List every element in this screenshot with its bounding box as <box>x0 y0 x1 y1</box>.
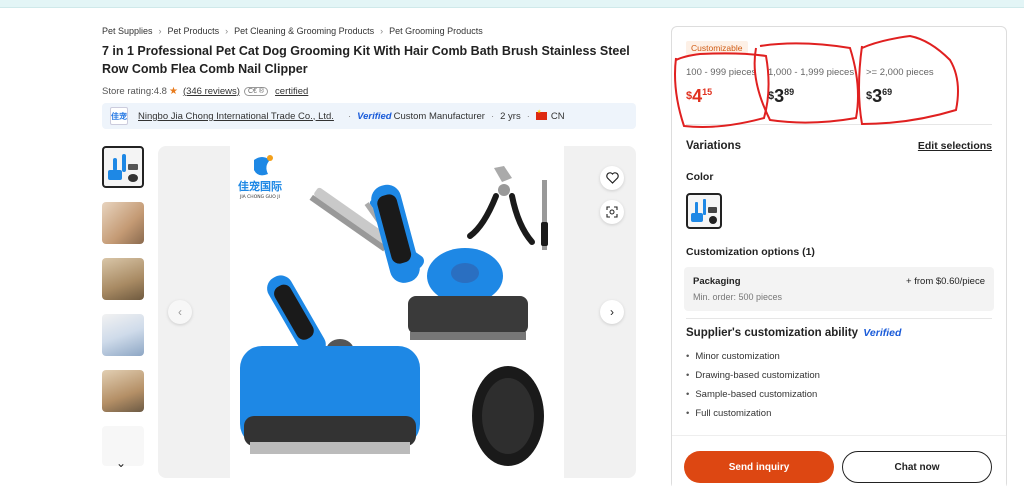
list-item: Full customization <box>686 408 820 427</box>
thumbnail-image[interactable] <box>102 146 144 188</box>
list-item: Sample-based customization <box>686 389 820 408</box>
list-item: Minor customization <box>686 351 820 370</box>
purchase-panel: Customizable 100 - 999 pieces $415 1,000… <box>671 26 1007 491</box>
customization-options-title: Customization options (1) <box>686 246 815 258</box>
product-title: 7 in 1 Professional Pet Cat Dog Grooming… <box>102 44 630 76</box>
action-bar: Send inquiry Chat now <box>672 435 1006 491</box>
send-inquiry-button[interactable]: Send inquiry <box>684 451 834 483</box>
chevron-right-icon: › <box>380 26 384 36</box>
edit-selections-link[interactable]: Edit selections <box>918 140 992 152</box>
brand-en-text: JIA CHONG GUO JI <box>239 194 280 200</box>
tier-price: $389 <box>768 86 795 106</box>
chat-now-button[interactable]: Chat now <box>842 451 992 483</box>
breadcrumb-item[interactable]: Pet Products <box>168 26 220 36</box>
certified-link[interactable]: certified <box>275 86 308 97</box>
price-tier: 100 - 999 pieces $415 <box>686 67 756 107</box>
supplier-country: CN <box>550 110 565 122</box>
image-search-icon[interactable] <box>600 200 624 224</box>
packaging-option[interactable]: Packaging + from $0.60/piece Min. order:… <box>684 267 994 311</box>
reviews-link[interactable]: (346 reviews) <box>183 86 240 97</box>
next-image-button[interactable]: › <box>600 300 624 324</box>
separator-dot: · <box>490 110 495 122</box>
customization-ability-title: Supplier's customization ability Verifie… <box>686 327 902 339</box>
tier-quantity: 100 - 999 pieces <box>686 67 757 78</box>
product-header: Pet Supplies › Pet Products › Pet Cleani… <box>102 22 636 129</box>
verified-badge: Verified <box>357 110 392 122</box>
supplier-logo[interactable]: 佳宠 <box>110 107 128 125</box>
list-item: Drawing-based customization <box>686 370 820 389</box>
customizable-badge: Customizable <box>686 41 748 55</box>
certification-icon: C€ ® <box>243 86 269 96</box>
divider <box>686 318 992 319</box>
china-flag-icon <box>535 109 547 120</box>
price-tier: >= 2,000 pieces $369 <box>866 67 934 107</box>
customization-ability-list: Minor customization Drawing-based custom… <box>686 351 820 427</box>
grooming-kit-illustration: 佳宠国际 JIA CHONG GUO JI <box>238 155 548 466</box>
thumbnail-image[interactable] <box>102 202 144 244</box>
color-label: Color <box>686 171 714 183</box>
packaging-min-order: Min. order: 500 pieces <box>693 292 783 302</box>
star-icon: ★ <box>168 85 178 97</box>
rating-label: Store rating: <box>102 85 154 97</box>
tier-price: $415 <box>686 86 713 106</box>
verified-badge: Verified <box>863 327 902 339</box>
thumbnail-strip <box>102 146 146 480</box>
tier-quantity: 1,000 - 1,999 pieces <box>768 67 855 78</box>
thumbnail-image[interactable] <box>102 370 144 412</box>
thumbnail-image[interactable] <box>102 258 144 300</box>
main-product-image: 佳宠国际 JIA CHONG GUO JI ‹ › <box>158 146 636 478</box>
variations-title: Variations <box>686 140 741 152</box>
previous-image-button[interactable]: ‹ <box>168 300 192 324</box>
supplier-years: 2 yrs <box>500 110 521 122</box>
separator-dot: · <box>526 110 530 122</box>
brand-cn-text: 佳宠国际 <box>238 179 282 193</box>
tier-quantity: >= 2,000 pieces <box>866 67 934 78</box>
divider <box>686 124 992 125</box>
separator-dot: · <box>347 110 352 122</box>
breadcrumb-item[interactable]: Pet Grooming Products <box>389 26 483 36</box>
product-photo: 佳宠国际 JIA CHONG GUO JI <box>230 146 564 478</box>
price-tier: 1,000 - 1,999 pieces $389 <box>768 67 854 107</box>
supplier-type: Custom Manufacturer <box>393 110 485 122</box>
thumbnail-image[interactable] <box>102 314 144 356</box>
chevron-right-icon: › <box>225 26 229 36</box>
tier-price: $369 <box>866 86 893 106</box>
supplier-bar: 佳宠 Ningbo Jia Chong International Trade … <box>102 103 636 129</box>
browser-top-strip <box>0 0 1024 8</box>
breadcrumb-item[interactable]: Pet Supplies <box>102 26 153 36</box>
chevron-right-icon: › <box>158 26 162 36</box>
packaging-name: Packaging <box>693 276 741 287</box>
favorite-heart-icon[interactable] <box>600 166 624 190</box>
supplier-name-link[interactable]: Ningbo Jia Chong International Trade Co.… <box>138 111 334 122</box>
packaging-price: + from $0.60/piece <box>906 276 985 287</box>
rating-value: 4.8 <box>153 85 167 97</box>
chevron-down-icon[interactable]: ⌄ <box>116 456 126 470</box>
breadcrumb-item[interactable]: Pet Cleaning & Grooming Products <box>234 26 374 36</box>
breadcrumb: Pet Supplies › Pet Products › Pet Cleani… <box>102 22 636 40</box>
color-option-swatch[interactable] <box>686 193 722 229</box>
store-rating: Store rating: 4.8 ★ (346 reviews) C€ ® c… <box>102 84 636 98</box>
